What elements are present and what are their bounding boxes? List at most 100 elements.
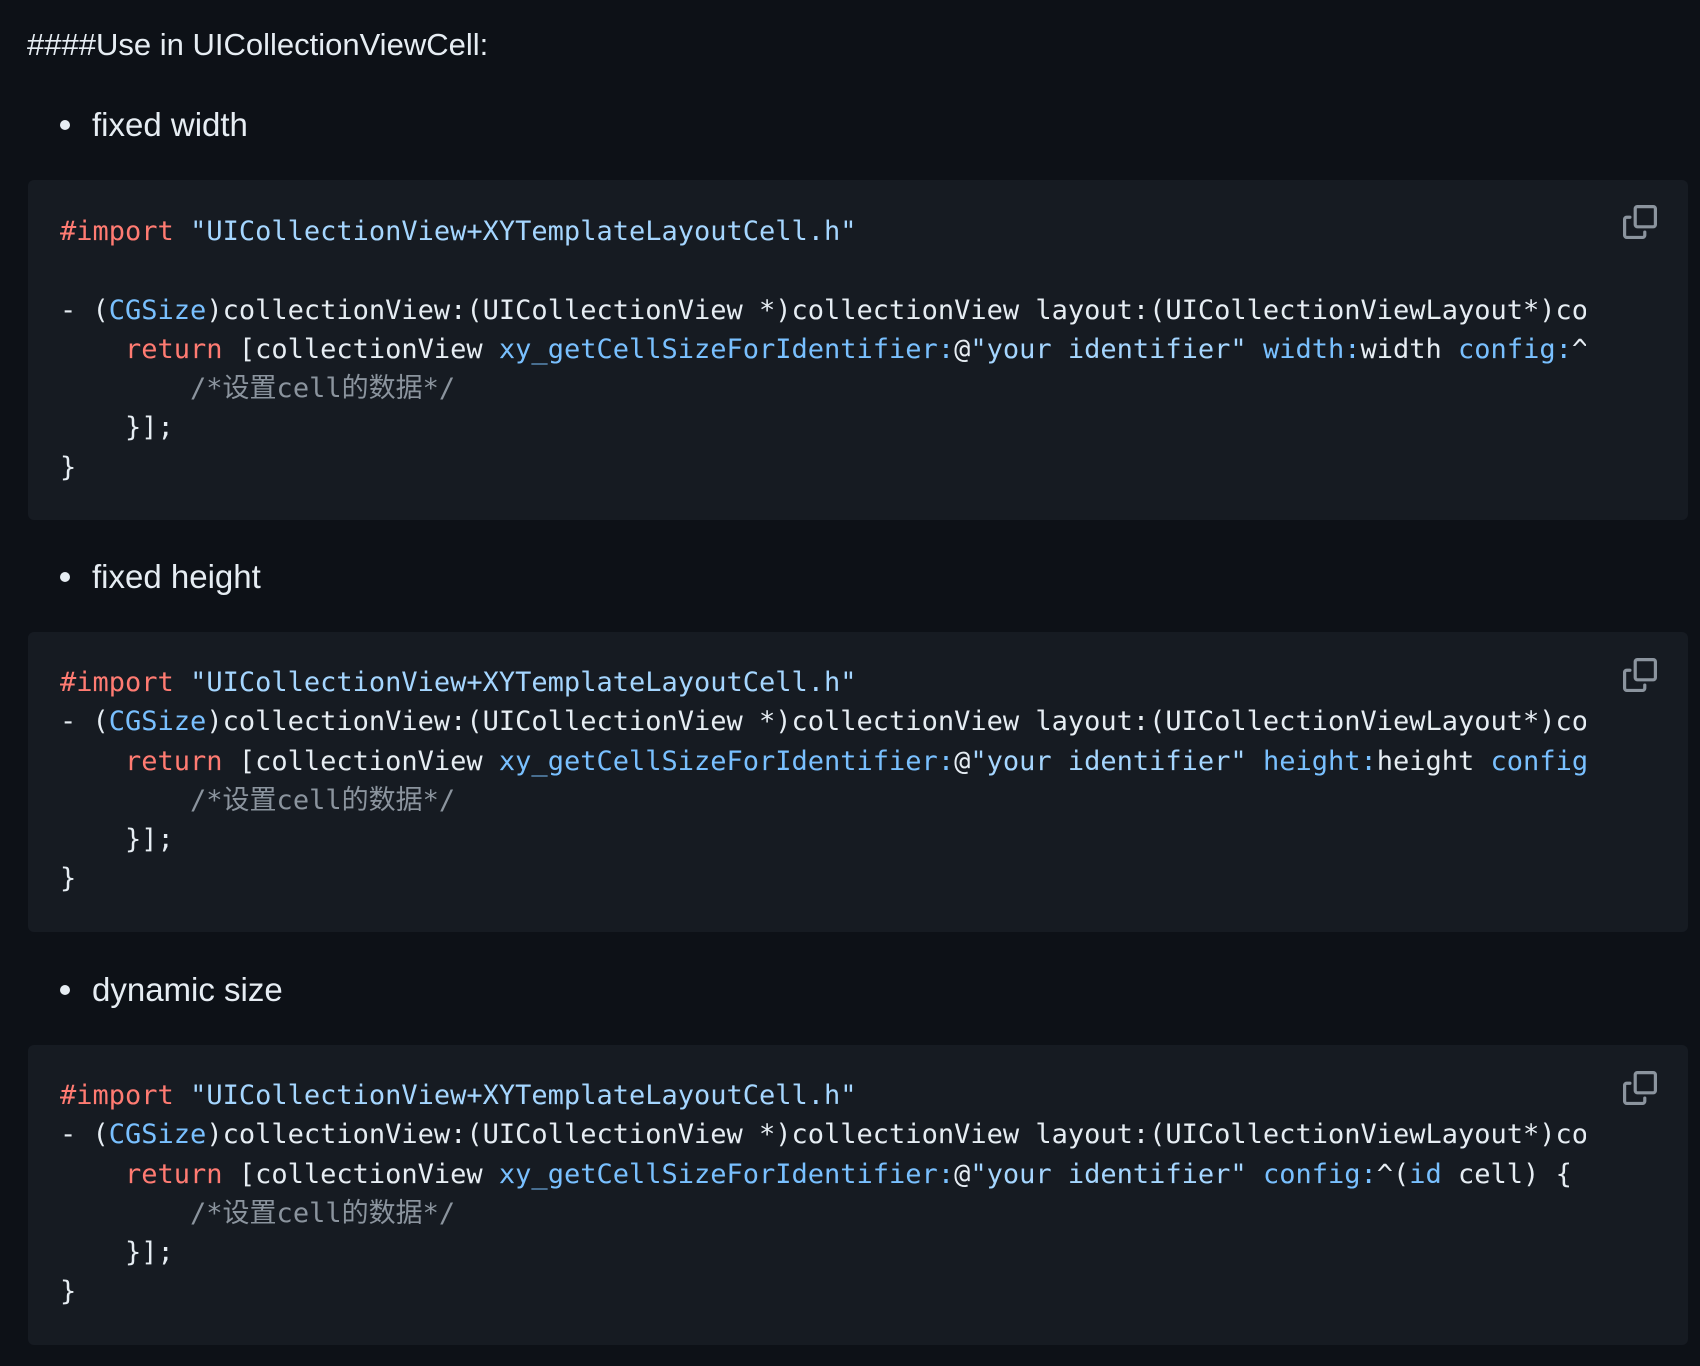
code-text: }]; [60,1237,174,1269]
bullet-item-fixed-height: fixed height [60,555,261,599]
code-text: - ( [60,1119,109,1151]
code-line: - (CGSize)collectionView:(UICollectionVi… [60,1115,1586,1154]
bullet-item-fixed-width: fixed width [60,103,248,147]
comment-token: /*设置cell的数据*/ [190,1197,456,1229]
code-text: } [60,863,77,895]
type-token: CGSize [108,706,207,738]
copy-icon [1623,205,1657,239]
copy-button[interactable] [1620,1068,1660,1108]
selector-token: height: [1262,745,1377,777]
code-line: /*设置cell的数据*/ [60,1194,1586,1233]
code-text: }]; [60,824,174,856]
selector-token: xy_getCellSizeForIdentifier: [498,1158,955,1190]
keyword-token: #import [60,667,174,698]
code-line: } [60,448,1586,487]
code-line: #import "UICollectionView+XYTemplateLayo… [60,212,1586,251]
string-token: "UICollectionView+XYTemplateLayoutCell.h… [190,216,857,247]
code-text: height [1376,745,1491,777]
string-token: "your identifier" [970,1158,1247,1190]
selector-token: xy_getCellSizeForIdentifier: [498,745,955,777]
keyword-token: return [125,333,223,365]
code-line: } [60,1272,1586,1311]
bullet-dot [60,985,70,995]
code-text: } [60,1276,77,1308]
bullet-item-dynamic-size: dynamic size [60,968,283,1012]
code-line: /*设置cell的数据*/ [60,369,1586,408]
bullet-label: dynamic size [92,971,283,1008]
code-content: #import "UICollectionView+XYTemplateLayo… [60,212,1586,487]
code-line: }]; [60,820,1586,859]
code-text: )collectionView:(UICollectionView *)coll… [206,294,1586,326]
copy-button[interactable] [1620,202,1660,242]
code-line: - (CGSize)collectionView:(UICollectionVi… [60,702,1586,741]
code-content: #import "UICollectionView+XYTemplateLayo… [60,1076,1586,1312]
code-text: ^( [1376,1158,1410,1190]
code-text: [collectionView [222,1158,499,1190]
code-text: @ [954,1158,971,1190]
code-content: #import "UICollectionView+XYTemplateLayo… [60,663,1586,899]
comment-token: /*设置cell的数据*/ [190,784,456,816]
string-token: "UICollectionView+XYTemplateLayoutCell.h… [190,667,857,698]
string-token: "your identifier" [970,333,1247,365]
code-line: }]; [60,1233,1586,1272]
code-block-fixed-width: #import "UICollectionView+XYTemplateLayo… [28,180,1688,520]
bullet-label: fixed width [92,106,248,143]
code-block-fixed-height: #import "UICollectionView+XYTemplateLayo… [28,632,1688,932]
copy-icon [1623,1071,1657,1105]
selector-token: config: [1262,1158,1377,1190]
copy-button[interactable] [1620,655,1660,695]
code-block-dynamic-size: #import "UICollectionView+XYTemplateLayo… [28,1045,1688,1345]
type-token: CGSize [108,294,207,326]
keyword-token: return [125,745,223,777]
code-text: @ [954,745,971,777]
type-token: CGSize [108,1119,207,1151]
code-text: @ [954,333,971,365]
code-text: - ( [60,706,109,738]
code-line: #import "UICollectionView+XYTemplateLayo… [60,663,1586,702]
code-text: width [1360,333,1459,365]
code-line: /*设置cell的数据*/ [60,781,1586,820]
code-line: #import "UICollectionView+XYTemplateLayo… [60,1076,1586,1115]
code-text: cell) { [1441,1158,1572,1190]
code-line: return [collectionView xy_getCellSizeFor… [60,1155,1586,1194]
code-text: - ( [60,294,109,326]
comment-token: /*设置cell的数据*/ [190,373,456,405]
code-line: return [collectionView xy_getCellSizeFor… [60,742,1586,781]
code-text: ^ [1571,333,1586,365]
bullet-dot [60,120,70,130]
code-line: - (CGSize)collectionView:(UICollectionVi… [60,291,1586,330]
keyword-token: #import [60,216,174,247]
code-text: )collectionView:(UICollectionView *)coll… [206,706,1586,738]
selector-token: width: [1262,333,1361,365]
section-heading: ####Use in UICollectionViewCell: [27,27,489,62]
string-token: "your identifier" [970,745,1247,777]
type-token: id [1409,1158,1442,1190]
selector-token: xy_getCellSizeForIdentifier: [498,333,955,365]
code-line: return [collectionView xy_getCellSizeFor… [60,330,1586,369]
keyword-token: return [125,1158,223,1190]
selector-token: config: [1458,333,1572,365]
selector-token: config [1490,745,1586,777]
code-line: }]; [60,408,1586,447]
copy-icon [1623,658,1657,692]
code-text: } [60,451,77,483]
code-text: }]; [60,412,174,444]
string-token: "UICollectionView+XYTemplateLayoutCell.h… [190,1080,857,1111]
code-text: [collectionView [222,333,499,365]
bullet-dot [60,572,70,582]
bullet-label: fixed height [92,558,261,595]
code-line: } [60,859,1586,898]
